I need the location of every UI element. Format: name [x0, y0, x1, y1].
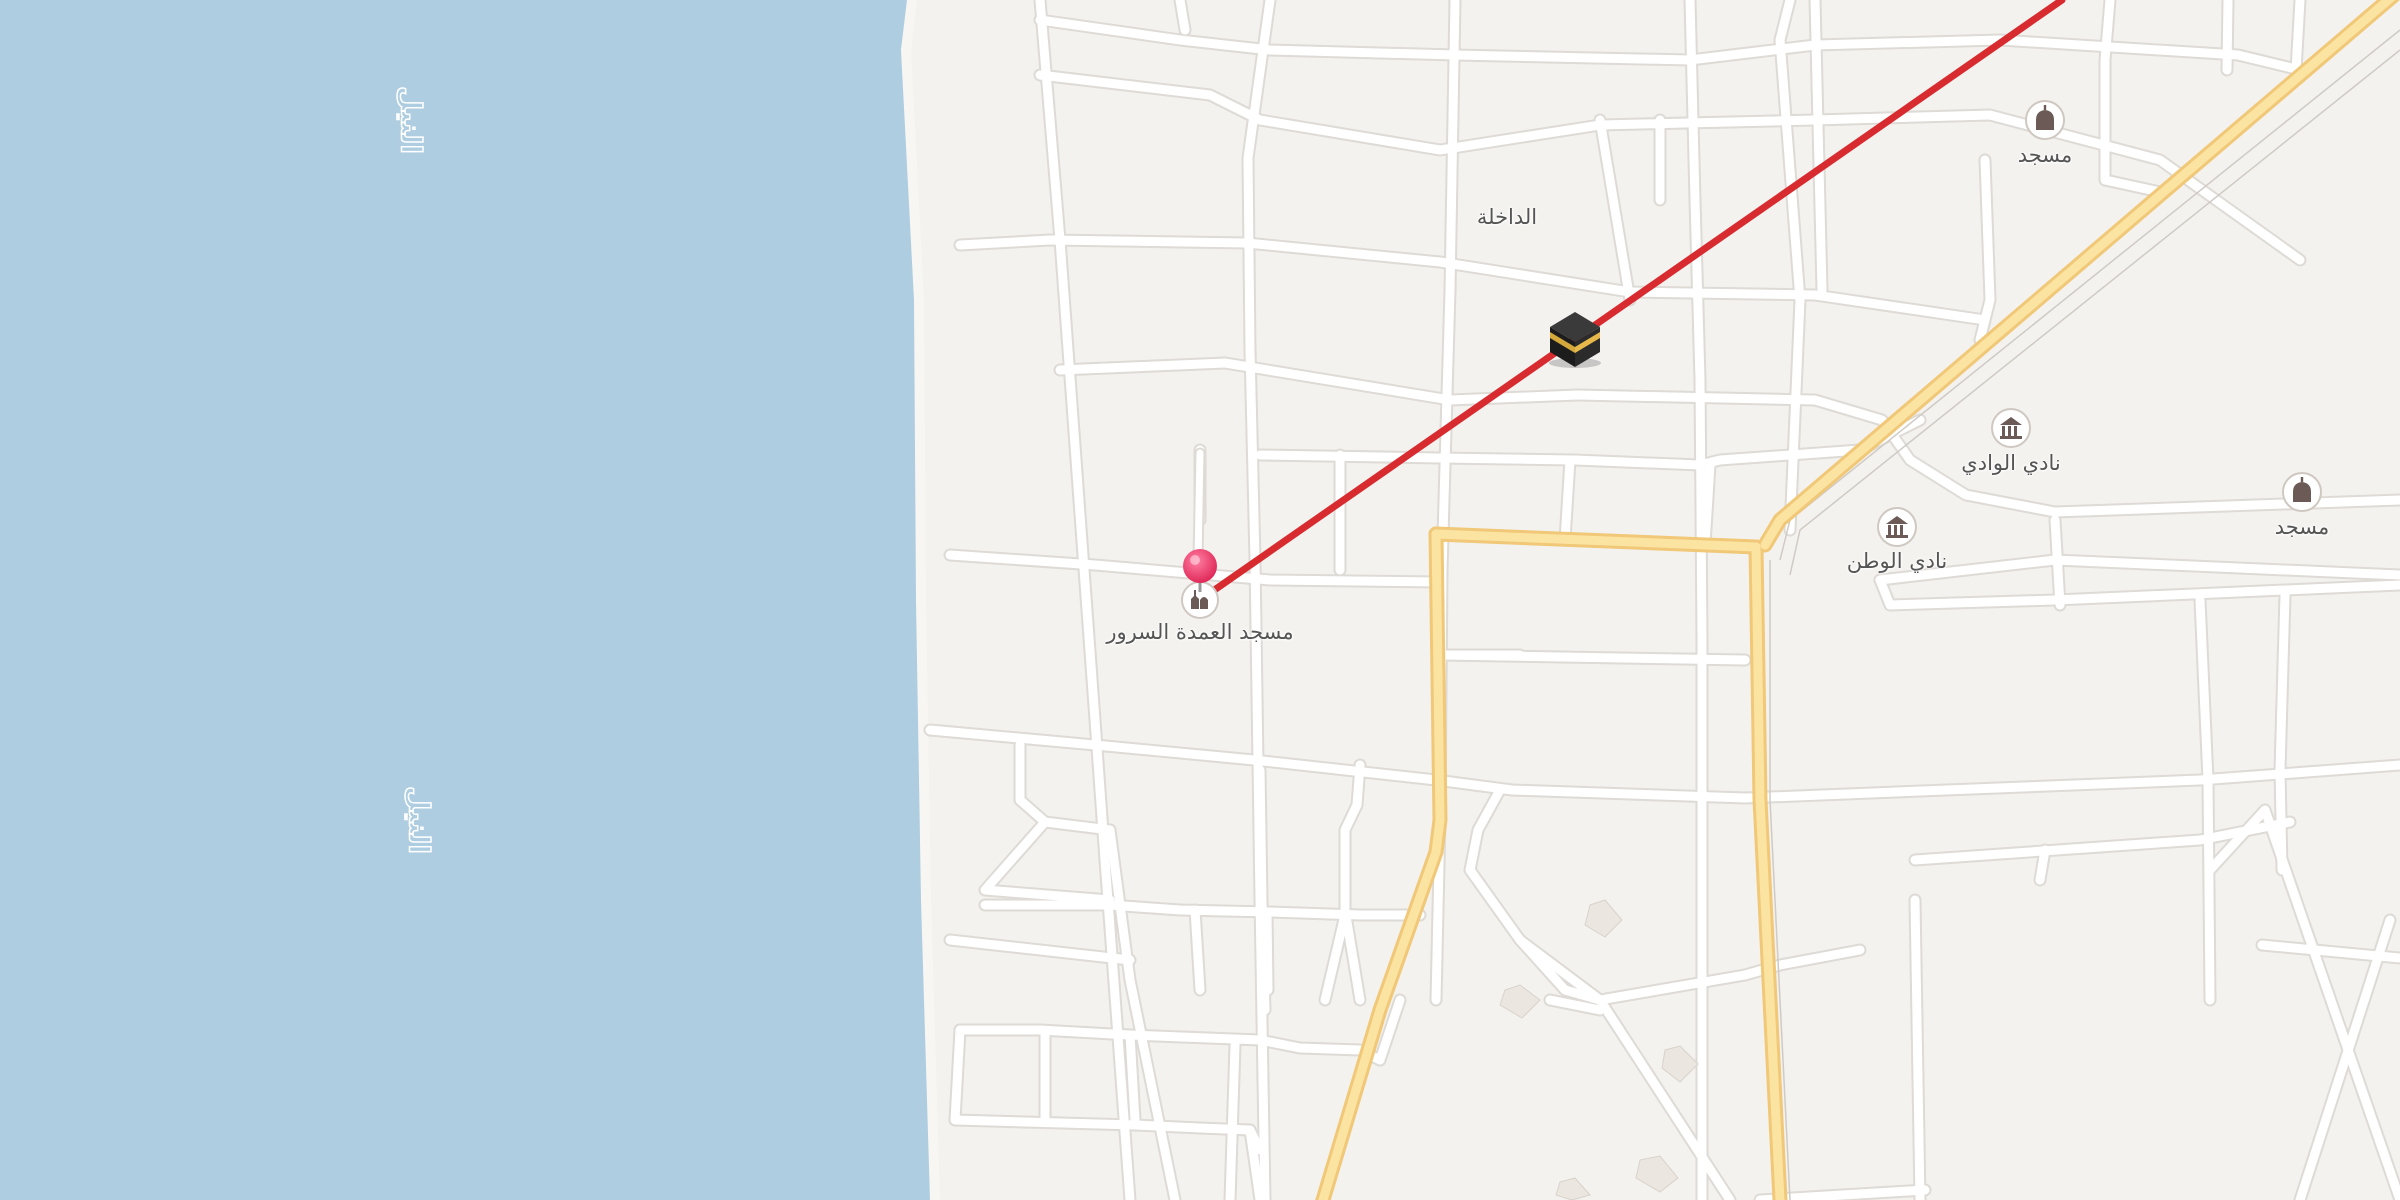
poi-label-club-wadi[interactable]: نادي الوادي	[1961, 451, 2060, 475]
river-label-lower: النيل	[402, 785, 437, 854]
map-canvas[interactable]: النيل النيل الداخلة مسجد العمدة السرور م…	[0, 0, 2400, 1200]
poi-label-pinned-mosque[interactable]: مسجد العمدة السرور	[1106, 620, 1293, 644]
dead-end-street-fill	[1194, 449, 1204, 564]
area-label-dakhla: الداخلة	[1476, 205, 1538, 229]
poi-label-club-watan[interactable]: نادي الوطن	[1847, 549, 1948, 573]
mosque-icon-east[interactable]	[2282, 472, 2322, 512]
nile-river	[0, 0, 935, 1200]
club-icon-wadi[interactable]	[1991, 408, 2031, 448]
river-label-upper: النيل	[394, 85, 429, 154]
mosque-icon-north[interactable]	[2025, 100, 2065, 140]
poi-label-mosque-north[interactable]: مسجد	[2018, 143, 2073, 167]
club-icon-watan[interactable]	[1877, 507, 1917, 547]
map-layer	[0, 0, 2400, 1200]
poi-label-mosque-east[interactable]: مسجد	[2275, 515, 2330, 539]
